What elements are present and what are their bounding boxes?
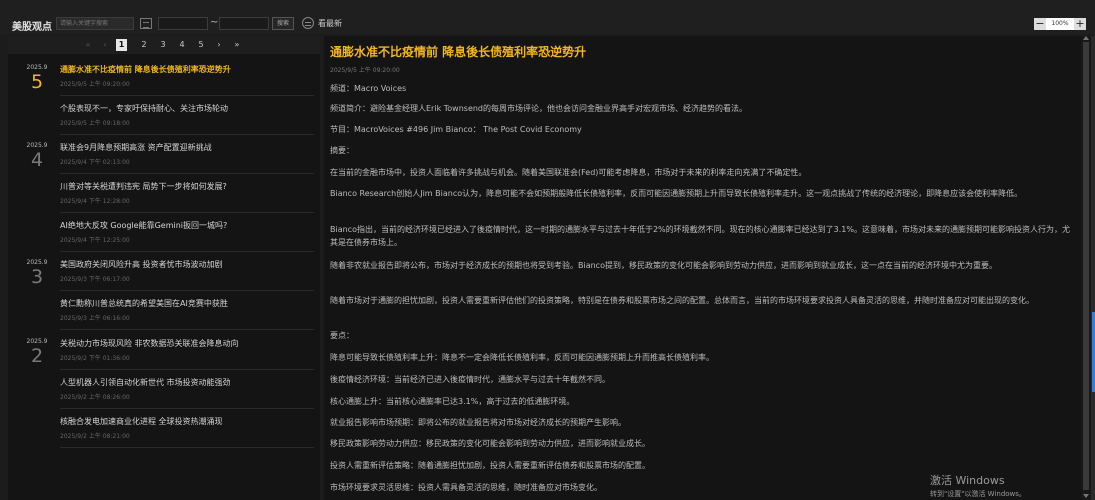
search-button[interactable]: 搜索 xyxy=(272,17,294,30)
list-item-title: 通膨水准不比疫情前 降息後长债殖利率恐逆势升 xyxy=(60,65,231,74)
list-item[interactable]: 人型机器人引领自动化新世代 市场投资动能强劲 2025/9/2 上午 08:26… xyxy=(60,371,314,409)
list-item-time: 2025/9/3 上午 06:16:00 xyxy=(60,315,130,322)
search-input[interactable] xyxy=(56,17,134,30)
list-item[interactable]: 川普对等关税遭判违宪 局势下一步将如何发展? 2025/9/4 下午 12:28… xyxy=(60,175,314,213)
article-paragraph: 後疫情经济环境：当前经济已进入後疫情时代，通膨水平与过去十年截然不同。 xyxy=(330,375,610,384)
scroll-up-arrow-icon[interactable] xyxy=(1083,36,1089,40)
article-paragraph: 频道简介：避险基金经理人Erik Townsend的每周市场评论，他也会访问金融… xyxy=(330,104,748,113)
watermark-subtitle: 转到"设置"以激活 Windows。 xyxy=(930,490,1026,498)
list-item[interactable]: 联准会9月降息预期高涨 资产配置迎新挑战 2025/9/4 下午 02:13:0… xyxy=(60,136,314,174)
article-paragraph: 核心通膨上升：当前核心通膨率已达3.1%，高于过去的低通膨环境。 xyxy=(330,397,575,406)
list-item[interactable]: 关税动力市场现风险 非农数据恐关联准会降息动向 2025/9/2 下午 01:3… xyxy=(60,332,314,370)
window-edge xyxy=(1091,36,1095,500)
article-paragraph: Bianco Research创始人Jim Bianco认为，降息可能不会如预期… xyxy=(330,189,1023,198)
page-button-3[interactable]: 3 xyxy=(158,39,168,51)
list-item[interactable]: 黄仁勳称川普总统真的希望美国在AI竞赛中获胜 2025/9/3 上午 06:16… xyxy=(60,292,314,330)
scroll-down-arrow-icon[interactable] xyxy=(1083,494,1089,498)
article-paragraph: 随着市场对于通膨的担忧加剧，投资人需要重新评估他们的投资策略，特别是在债券和股票… xyxy=(330,296,1034,305)
date-group: 2025.9 3 xyxy=(16,259,58,287)
date-group-month: 2025.9 xyxy=(26,64,48,71)
list-item-title: 关税动力市场现风险 非农数据恐关联准会降息动向 xyxy=(60,339,239,348)
article-paragraph: 投资人需重新评估策略：随着通膨担忧加剧，投资人需要重新评估债券和股票市场的配置。 xyxy=(330,461,650,470)
refresh-icon[interactable] xyxy=(302,17,314,29)
pagination: « ‹ 1 2 3 4 5 › » xyxy=(8,36,320,54)
page-button-4[interactable]: 4 xyxy=(177,39,187,51)
date-group-day: 2 xyxy=(30,345,44,367)
end-date-field[interactable] xyxy=(219,17,269,30)
calendar-icon[interactable] xyxy=(140,18,152,29)
article-paragraph: 降息可能导致长债殖利率上升：降息不一定会降低长债殖利率，反而可能因通膨预期上升而… xyxy=(330,353,714,362)
article-list-panel: « ‹ 1 2 3 4 5 › » 2025.9 5 2025.9 4 2025… xyxy=(8,36,320,500)
list-item-time: 2025/9/4 下午 02:13:00 xyxy=(60,159,130,166)
date-group: 2025.9 4 xyxy=(16,142,58,170)
article-content-panel: 通膨水准不比疫情前 降息後长债殖利率恐逆势升 2025/9/5 上午 09:20… xyxy=(324,36,1081,500)
article-paragraph: 频道：Macro Voices xyxy=(330,84,407,93)
list-item-title: 联准会9月降息预期高涨 资产配置迎新挑战 xyxy=(60,143,212,152)
windows-activation-watermark: 激活 Windows 转到"设置"以激活 Windows。 xyxy=(930,472,1026,499)
app-title: 美股观点 xyxy=(12,22,52,33)
list-item-title: 个股表现不一，专家吁保持耐心、关注市场轮动 xyxy=(60,104,228,113)
date-group-month: 2025.9 xyxy=(26,338,48,345)
date-separator: ~ xyxy=(210,17,219,28)
list-item-time: 2025/9/2 下午 01:36:00 xyxy=(60,355,130,362)
list-item[interactable]: 通膨水准不比疫情前 降息後长债殖利率恐逆势升 2025/9/5 上午 09:20… xyxy=(60,58,314,96)
list-item-title: 川普对等关税遭判违宪 局势下一步将如何发展? xyxy=(60,182,227,191)
article-title: 通膨水准不比疫情前 降息後长债殖利率恐逆势升 xyxy=(330,45,587,59)
date-group-month: 2025.9 xyxy=(26,142,48,149)
page-button-2[interactable]: 2 xyxy=(139,39,149,51)
date-group-month: 2025.9 xyxy=(26,259,48,266)
list-item[interactable]: 美国政府关闭风险升高 投资者忧市场波动加剧 2025/9/3 下午 06:17:… xyxy=(60,253,314,291)
last-page-button[interactable]: » xyxy=(232,39,242,51)
list-item-title: 黄仁勳称川普总统真的希望美国在AI竞赛中获胜 xyxy=(60,299,228,308)
next-page-button[interactable]: › xyxy=(214,39,224,51)
first-page-button[interactable]: « xyxy=(83,39,93,51)
article-paragraph: Bianco指出，当前的经济环境已经进入了後疫情时代，这一时期的通膨水平与过去十… xyxy=(330,225,1070,247)
list-item-title: 核融合发电加速商业化进程 全球投资热潮涌现 xyxy=(60,417,223,426)
date-group-day: 4 xyxy=(30,149,44,171)
zoom-in-button[interactable]: + xyxy=(1074,18,1086,30)
article-paragraph: 摘要： xyxy=(330,146,354,155)
date-group-day: 5 xyxy=(30,71,44,93)
article-paragraph: 就业报告影响市场预期：即将公布的就业报告将对市场对经济成长的预期产生影响。 xyxy=(330,418,626,427)
zoom-level: 100% xyxy=(1046,18,1074,30)
watermark-title: 激活 Windows xyxy=(930,474,1005,487)
list-item-time: 2025/9/2 上午 08:26:00 xyxy=(60,394,130,401)
list-item[interactable]: AI绝地大反攻 Google能靠Gemini扳回一城吗? 2025/9/4 下午… xyxy=(60,214,314,252)
toolbar: 美股观点 ~ 搜索 看最新 − 100% + xyxy=(0,0,1095,34)
article-paragraph: 在当前的金融市场中，投资人面临着许多挑战与机会。随着美国联准会(Fed)可能考虑… xyxy=(330,168,807,177)
list-item-title: AI绝地大反攻 Google能靠Gemini扳回一城吗? xyxy=(60,221,228,230)
page-button-5[interactable]: 5 xyxy=(196,39,206,51)
start-date-field[interactable] xyxy=(158,17,208,30)
list-item[interactable]: 个股表现不一，专家吁保持耐心、关注市场轮动 2025/9/5 上午 09:18:… xyxy=(60,97,314,135)
scroll-thumb[interactable] xyxy=(1083,42,1089,490)
list-item[interactable]: 核融合发电加速商业化进程 全球投资热潮涌现 2025/9/2 上午 08:21:… xyxy=(60,410,314,448)
article-paragraph: 移民政策影响劳动力供应：移民政策的变化可能会影响到劳动力供应，进而影响就业成长。 xyxy=(330,439,650,448)
date-group-day: 3 xyxy=(30,266,44,288)
date-group: 2025.9 2 xyxy=(16,338,58,366)
view-latest-link[interactable]: 看最新 xyxy=(318,18,342,29)
article-paragraph: 节目：MacroVoices #496 Jim Bianco： The Post… xyxy=(330,125,582,134)
list-item-time: 2025/9/4 下午 12:28:00 xyxy=(60,198,130,205)
list-item-title: 人型机器人引领自动化新世代 市场投资动能强劲 xyxy=(60,378,231,387)
article-paragraph: 随着非农就业报告即将公布，市场对于经济成长的预期也将受到考验。Bianco提到，… xyxy=(330,261,997,270)
prev-page-button[interactable]: ‹ xyxy=(100,39,110,51)
article-paragraph: 要点： xyxy=(330,331,354,340)
article-time: 2025/9/5 上午 09:20:00 xyxy=(330,67,400,74)
list-item-time: 2025/9/4 下午 12:25:00 xyxy=(60,237,130,244)
list-item-time: 2025/9/5 上午 09:20:00 xyxy=(60,81,130,88)
list-item-time: 2025/9/5 上午 09:18:00 xyxy=(60,120,130,127)
zoom-out-button[interactable]: − xyxy=(1034,18,1046,30)
list-item-time: 2025/9/3 下午 06:17:00 xyxy=(60,276,130,283)
list-item-title: 美国政府关闭风险升高 投资者忧市场波动加剧 xyxy=(60,260,223,269)
date-group: 2025.9 5 xyxy=(16,64,58,92)
list-item-time: 2025/9/2 上午 08:21:00 xyxy=(60,433,130,440)
content-scrollbar[interactable] xyxy=(1081,36,1091,500)
page-button-1[interactable]: 1 xyxy=(116,39,127,51)
